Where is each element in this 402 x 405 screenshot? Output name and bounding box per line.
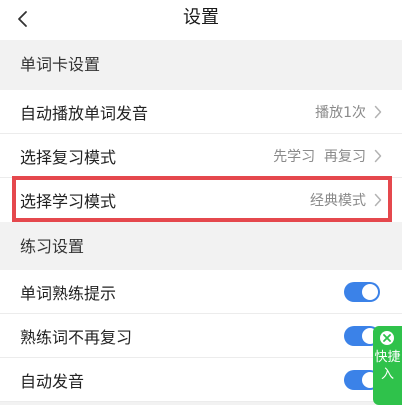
section-title: 练习设置 — [20, 237, 85, 256]
quick-entry-floating-tab[interactable]: 快捷入 — [373, 326, 402, 405]
setting-row-skip-mastered-review: 熟练词不再复习 — [0, 314, 402, 358]
floating-tab-label: 快捷入 — [374, 350, 401, 382]
row-label: 熟练词不再复习 — [20, 327, 133, 347]
close-button[interactable] — [380, 331, 394, 345]
toggle-switch[interactable] — [344, 281, 380, 302]
row-label: 选择复习模式 — [20, 147, 117, 167]
setting-row-study-mode[interactable]: 选择学习模式 经典模式 — [0, 178, 402, 222]
setting-row-review-mode[interactable]: 选择复习模式 先学习 再复习 — [0, 134, 402, 178]
chevron-right-icon — [374, 105, 382, 118]
row-value: 播放1次 — [315, 104, 366, 121]
chevron-right-icon — [374, 149, 382, 162]
setting-row-proficiency-hint: 单词熟练提示 — [0, 270, 402, 314]
row-label: 选择学习模式 — [20, 192, 117, 211]
row-value: 先学习 再复习 — [273, 148, 366, 165]
chevron-right-icon — [374, 193, 382, 207]
row-label: 自动播放单词发音 — [20, 103, 149, 123]
section-title: 单词卡设置 — [20, 55, 101, 74]
row-label: 单词熟练提示 — [20, 283, 117, 303]
row-label: 自动发音 — [20, 371, 85, 391]
row-value: 经典模式 — [310, 193, 366, 209]
page-title: 设置 — [183, 7, 219, 28]
close-icon — [383, 334, 391, 342]
setting-row-auto-pronounce: 自动发音 — [0, 358, 402, 402]
toggle-knob — [362, 283, 378, 300]
setting-row-auto-play-pronunciation[interactable]: 自动播放单词发音 播放1次 — [0, 90, 402, 134]
top-bar: 设置 — [0, 0, 402, 40]
section-header-word-card: 单词卡设置 — [0, 40, 402, 90]
section-header-practice: 练习设置 — [0, 224, 402, 270]
